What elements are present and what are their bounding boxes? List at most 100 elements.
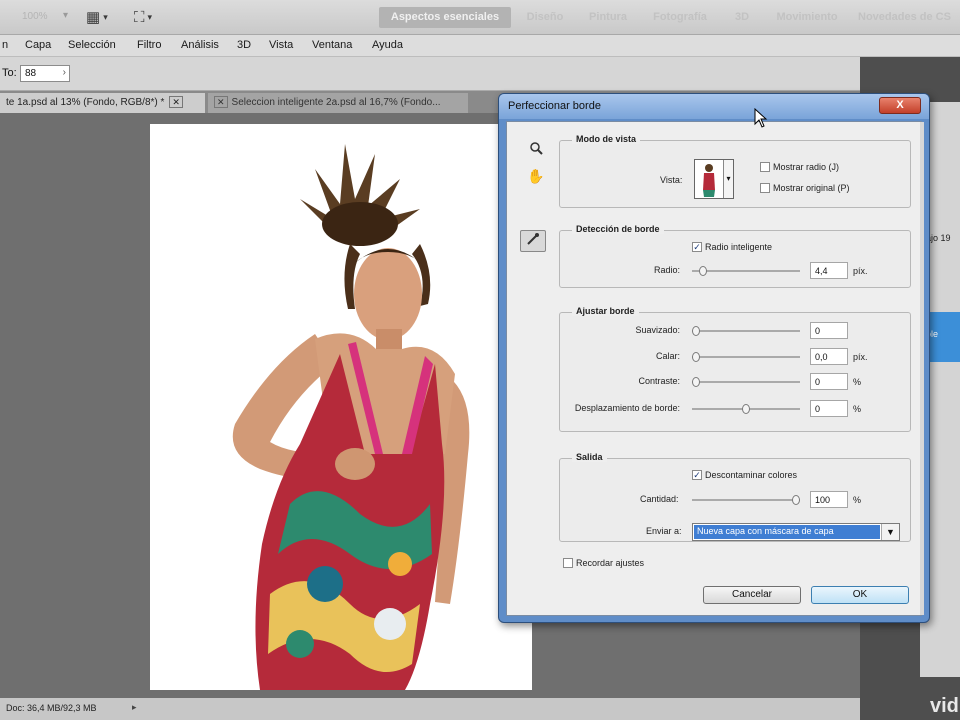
show-radius-checkbox[interactable]: Mostrar radio (J) [760,162,839,174]
tab-document-2[interactable]: ✕ Seleccion inteligente 2a.psd al 16,7% (… [208,93,468,113]
radius-slider[interactable] [692,266,800,276]
grid-icon: ▦ [86,9,101,26]
menu-select[interactable]: Selección [68,39,116,51]
application-bar: 100% ▦▾ ⛶▾ Aspectos esenciales Diseño Pi… [0,0,960,35]
adjust-row-label: Contraste: [638,376,680,386]
arrange-documents-button[interactable]: ▦ ▾ [86,7,108,27]
menu-3d[interactable]: 3D [237,39,251,51]
workspace-3d[interactable]: 3D [727,7,757,28]
tab-document-1[interactable]: te 1a.psd al 13% (Fondo, RGB/8*) * ✕ [0,93,205,113]
chevron-down-icon: ▾ [147,11,153,22]
menu-analysis[interactable]: Análisis [181,39,219,51]
group-title: Ajustar borde [572,306,639,316]
smart-radius-checkbox[interactable]: ✓ Radio inteligente [692,242,772,254]
adjust-edge-group: Ajustar borde Suavizado: 0 Calar: 0,0 píx. Co… [559,306,911,432]
option-value-field[interactable]: 88 › [20,65,70,82]
adjust-row-slider[interactable] [692,326,800,336]
refine-radius-brush-icon[interactable] [520,230,546,252]
screen-mode-icon: ⛶ [134,8,145,26]
menu-bar: n Capa Selección Filtro Análisis 3D Vist… [0,35,960,57]
close-icon[interactable]: ✕ [169,96,183,108]
slider-knob[interactable] [692,352,700,362]
workspace-whats-new[interactable]: Novedades de CS [858,7,960,28]
view-mode-dropdown[interactable]: ▾ [694,159,734,199]
workspace-painting[interactable]: Pintura [580,7,636,28]
slider-knob[interactable] [742,404,750,414]
decontaminate-colors-checkbox[interactable]: ✓ Descontaminar colores [692,470,797,482]
workspace-essentials[interactable]: Aspectos esenciales [379,7,511,28]
chevron-down-icon: ▾ [723,160,733,198]
workspace-motion[interactable]: Movimiento [768,7,846,28]
output-group: Salida ✓ Descontaminar colores Cantidad: … [559,452,911,542]
adjust-row-label: Calar: [655,351,680,361]
menu-help[interactable]: Ayuda [372,39,403,51]
chevron-down-icon: ▾ [103,11,108,22]
stepper-icon[interactable]: › [63,67,66,78]
show-original-checkbox[interactable]: Mostrar original (P) [760,183,850,195]
radius-unit: píx. [853,266,868,276]
menu-window[interactable]: Ventana [312,39,352,51]
dialog-close-button[interactable]: X [879,97,921,114]
edge-detection-group: Detección de borde ✓ Radio inteligente Ra… [559,224,911,288]
menu-image[interactable]: n [2,39,8,51]
group-title: Detección de borde [572,224,664,234]
radius-label: Radio: [654,265,681,275]
status-menu-arrow-icon[interactable]: ▸ [132,702,137,713]
remember-settings-checkbox[interactable]: Recordar ajustes [563,558,644,570]
adjust-row-slider[interactable] [692,377,800,387]
ok-button[interactable]: OK [811,586,909,604]
adjust-row-label: Suavizado: [635,325,680,335]
adjust-row-label: Desplazamiento de borde: [574,403,680,413]
adjust-row-value-field[interactable]: 0,0 [810,348,848,365]
amount-label: Cantidad: [640,494,679,504]
workspace-design[interactable]: Diseño [520,7,570,28]
menu-layer[interactable]: Capa [25,39,51,51]
dialog-titlebar[interactable]: Perfeccionar borde [499,94,929,119]
workspace-photography[interactable]: Fotografía [645,7,715,28]
view-label: Vista: [660,175,683,185]
dialog-body: ✋ Modo de vista Vista: ▾ Mostrar radio (… [506,121,924,616]
zoom-dropdown[interactable]: 100% [8,8,70,26]
dialog-title: Perfeccionar borde [508,100,601,112]
adjust-row-value-field[interactable]: 0 [810,373,848,390]
slider-knob[interactable] [792,495,800,505]
zoom-tool-icon[interactable] [523,140,549,162]
adjust-row-unit: % [853,377,862,387]
adjust-row-value-field[interactable]: 0 [810,400,848,417]
amount-unit: % [853,495,862,505]
slider-knob[interactable] [692,377,700,387]
options-bar: To: 88 › [0,57,860,91]
screen-mode-button[interactable]: ⛶ ▾ [134,7,152,27]
amount-slider[interactable] [692,495,800,505]
menu-view[interactable]: Vista [269,39,293,51]
status-bar: Doc: 36,4 MB/92,3 MB ▸ [0,698,860,720]
view-mode-group: Modo de vista Vista: ▾ Mostrar radio (J)… [559,134,911,208]
document-canvas[interactable] [150,124,532,690]
output-to-value: Nueva capa con máscara de capa [694,525,880,539]
photoshop-window: 100% ▦▾ ⛶▾ Aspectos esenciales Diseño Pi… [0,0,960,720]
dialog-scrollbar[interactable] [920,122,924,615]
refine-edge-dialog: Perfeccionar borde X ✋ Modo de vista Vis… [498,93,930,623]
adjust-row-slider[interactable] [692,352,800,362]
close-icon[interactable]: ✕ [214,96,228,108]
amount-value-field[interactable]: 100 [810,491,848,508]
adjust-row-unit: % [853,404,862,414]
output-to-dropdown[interactable]: Nueva capa con máscara de capa ▼ [692,523,900,541]
adjust-row-value-field[interactable]: 0 [810,322,848,339]
group-title: Salida [572,452,607,462]
slider-knob[interactable] [692,326,700,336]
watermark-logo: vid [930,695,959,717]
menu-filter[interactable]: Filtro [137,39,161,51]
mouse-cursor-icon [754,108,768,128]
adjust-row-unit: píx. [853,352,868,362]
hand-tool-icon[interactable]: ✋ [523,166,549,188]
cancel-button[interactable]: Cancelar [703,586,801,604]
group-title: Modo de vista [572,134,641,144]
radius-value-field[interactable]: 4,4 [810,262,848,279]
document-size: Doc: 36,4 MB/92,3 MB [6,703,97,713]
option-label: To: [2,67,17,79]
slider-knob[interactable] [699,266,707,276]
output-to-label: Enviar a: [646,526,682,536]
chevron-down-icon: ▼ [881,524,899,540]
adjust-row-slider[interactable] [692,404,800,414]
